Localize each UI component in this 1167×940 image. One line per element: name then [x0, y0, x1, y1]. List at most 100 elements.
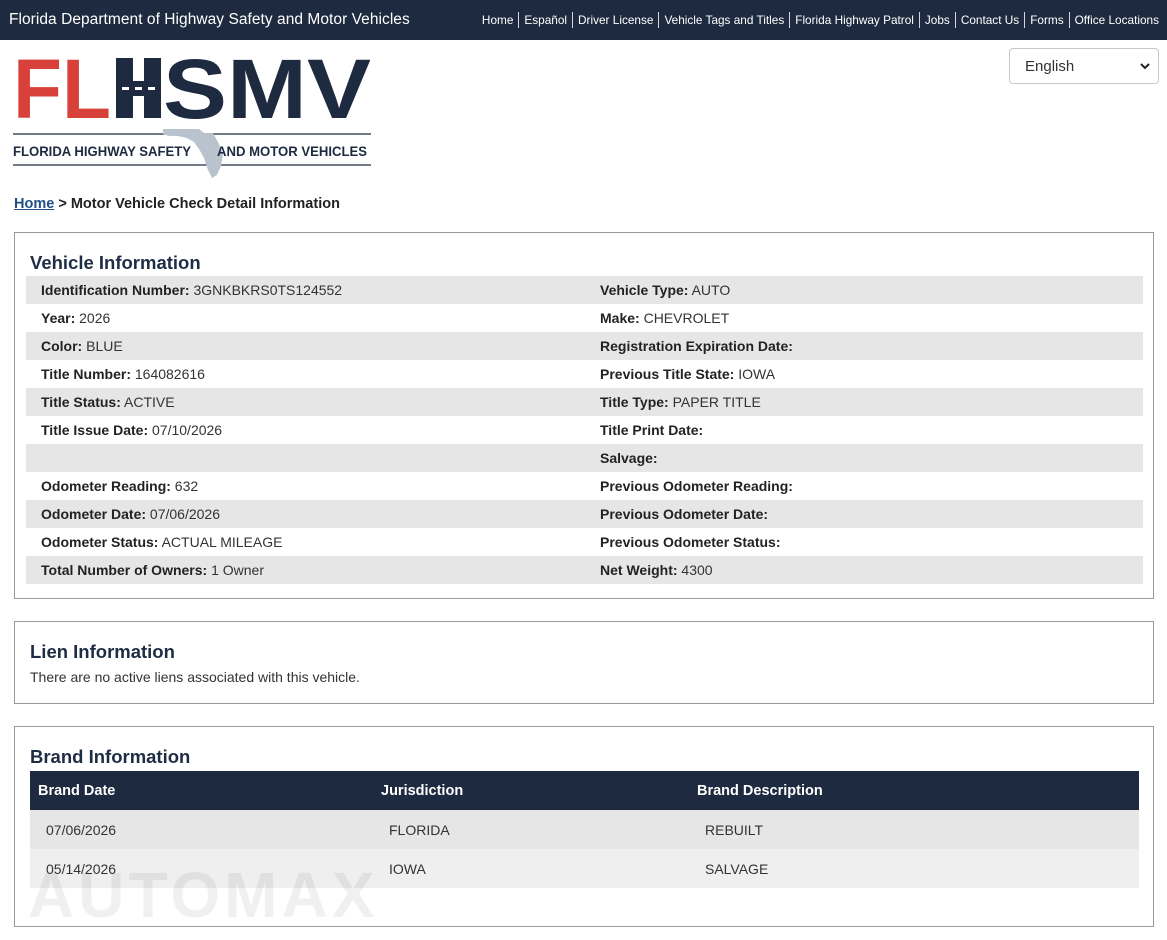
breadcrumb-home[interactable]: Home: [14, 196, 54, 212]
vehicle-info-cell: Previous Odometer Status:: [585, 534, 781, 550]
top-bar: Florida Department of Highway Safety and…: [0, 0, 1167, 40]
vehicle-info-row: Title Issue Date: 07/10/2026 Title Print …: [26, 416, 1143, 444]
vehicle-info-row: Odometer Reading: 632 Previous Odometer R…: [26, 472, 1143, 500]
brand-date-cell: 07/06/2026: [46, 821, 117, 838]
field-label: Odometer Date:: [41, 506, 147, 522]
table-row: 05/14/2026 IOWA SALVAGE: [30, 849, 1139, 888]
vehicle-information-title: Vehicle Information: [30, 252, 201, 273]
field-label: Identification Number:: [41, 282, 190, 298]
nav-vehicle-tags-titles[interactable]: Vehicle Tags and Titles: [659, 13, 789, 27]
logo-letters-fl: FL: [13, 52, 111, 136]
column-jurisdiction: Jurisdiction: [381, 782, 464, 799]
field-label: Previous Odometer Status:: [600, 534, 781, 550]
breadcrumb: Home > Motor Vehicle Check Detail Inform…: [14, 196, 340, 212]
nav-forms[interactable]: Forms: [1025, 13, 1068, 27]
vehicle-info-row: Odometer Status: ACTUAL MILEAGE Previous …: [26, 528, 1143, 556]
nav-home[interactable]: Home: [477, 13, 518, 27]
field-value: ACTUAL MILEAGE: [161, 534, 283, 550]
field-label: Make:: [600, 310, 640, 326]
vehicle-info-row: Salvage:: [26, 444, 1143, 472]
brand-information-title: Brand Information: [30, 746, 191, 767]
field-label: Salvage:: [600, 450, 658, 466]
vehicle-info-cell: Previous Title State: IOWA: [585, 366, 775, 382]
field-value: 07/10/2026: [152, 422, 223, 438]
vehicle-info-cell: Color: BLUE: [26, 338, 585, 354]
brand-date-cell: 05/14/2026: [46, 860, 117, 877]
flhsmv-logo[interactable]: FL SMV FLORIDA HIGHWAY SAFETY AND MOTOR …: [13, 52, 371, 180]
language-selected: English: [1025, 57, 1075, 75]
breadcrumb-separator: >: [58, 196, 67, 212]
vehicle-info-cell: Odometer Status: ACTUAL MILEAGE: [26, 534, 585, 550]
nav-driver-license[interactable]: Driver License: [573, 13, 658, 27]
nav-espanol[interactable]: Español: [519, 13, 572, 27]
table-row: 07/06/2026 FLORIDA REBUILT: [30, 810, 1139, 849]
nav-jobs[interactable]: Jobs: [920, 13, 955, 27]
vehicle-info-cell: Title Print Date:: [585, 422, 703, 438]
vehicle-info-cell: Make: CHEVROLET: [585, 310, 729, 326]
field-value: 1 Owner: [211, 562, 265, 578]
top-nav: Home Español Driver License Vehicle Tags…: [477, 12, 1159, 28]
vehicle-info-row: Title Status: ACTIVE Title Type: PAPER TI…: [26, 388, 1143, 416]
field-label: Previous Title State:: [600, 366, 735, 382]
field-value: 07/06/2026: [149, 506, 220, 522]
vehicle-info-cell: Odometer Date: 07/06/2026: [26, 506, 585, 522]
field-label: Previous Odometer Date:: [600, 506, 769, 522]
jurisdiction-cell: FLORIDA: [389, 821, 450, 838]
vehicle-info-cell: Title Issue Date: 07/10/2026: [26, 422, 585, 438]
field-label: Registration Expiration Date:: [600, 338, 793, 354]
vehicle-info-cell: Vehicle Type: AUTO: [585, 282, 730, 298]
lien-information-panel: Lien Information There are no active lie…: [14, 621, 1154, 704]
vehicle-info-cell: Year: 2026: [26, 310, 585, 326]
vehicle-info-cell: Title Status: ACTIVE: [26, 394, 585, 410]
nav-contact-us[interactable]: Contact Us: [956, 13, 1024, 27]
vehicle-info-cell: Title Type: PAPER TITLE: [585, 394, 761, 410]
brand-table: Brand Date Jurisdiction Brand Descriptio…: [30, 771, 1139, 888]
field-label: Title Issue Date:: [41, 422, 149, 438]
vehicle-info-cell: Total Number of Owners: 1 Owner: [26, 562, 585, 578]
field-value: IOWA: [738, 366, 776, 382]
vehicle-info-cell: Odometer Reading: 632: [26, 478, 585, 494]
vehicle-info-cell: Salvage:: [585, 450, 658, 466]
nav-office-locations[interactable]: Office Locations: [1070, 13, 1159, 27]
field-value: CHEVROLET: [643, 310, 730, 326]
brand-information-panel: Brand Information Brand Date Jurisdictio…: [14, 726, 1154, 927]
language-select[interactable]: English: [1009, 48, 1159, 84]
field-label: Net Weight:: [600, 562, 678, 578]
logo-letters-smv: SMV: [163, 52, 371, 136]
field-label: Title Number:: [41, 366, 131, 382]
vehicle-info-cell: Previous Odometer Reading:: [585, 478, 793, 494]
vehicle-info-row: Title Number: 164082616 Previous Title St…: [26, 360, 1143, 388]
field-value: 3GNKBKRS0TS124552: [193, 282, 343, 298]
field-value: 164082616: [134, 366, 205, 382]
brand-description-cell: SALVAGE: [705, 860, 769, 877]
vehicle-info-row: Odometer Date: 07/06/2026 Previous Odomet…: [26, 500, 1143, 528]
field-value: ACTIVE: [124, 394, 175, 410]
vehicle-info-row: Total Number of Owners: 1 Owner Net Weigh…: [26, 556, 1143, 584]
breadcrumb-current: Motor Vehicle Check Detail Information: [70, 196, 340, 212]
chevron-down-icon: [1140, 63, 1150, 70]
lien-information-title: Lien Information: [30, 641, 175, 662]
jurisdiction-cell: IOWA: [389, 860, 426, 877]
vehicle-info-cell: Registration Expiration Date:: [585, 338, 793, 354]
vehicle-information-panel: Vehicle Information Identification Numbe…: [14, 232, 1154, 599]
lien-message: There are no active liens associated wit…: [30, 669, 360, 685]
vehicle-info-row: Year: 2026 Make: CHEVROLET: [26, 304, 1143, 332]
logo-tagline-left: FLORIDA HIGHWAY SAFETY: [13, 143, 192, 159]
agency-name: Florida Department of Highway Safety and…: [9, 11, 410, 28]
field-label: Odometer Status:: [41, 534, 159, 550]
field-value: 632: [174, 478, 199, 494]
field-label: Color:: [41, 338, 83, 354]
field-label: Title Print Date:: [600, 422, 704, 438]
field-label: Vehicle Type:: [600, 282, 689, 298]
column-brand-description: Brand Description: [697, 782, 823, 799]
field-label: Odometer Reading:: [41, 478, 171, 494]
column-brand-date: Brand Date: [38, 782, 116, 799]
vehicle-info-cell: Net Weight: 4300: [585, 562, 713, 578]
field-value: 4300: [681, 562, 713, 578]
brand-table-header: Brand Date Jurisdiction Brand Descriptio…: [30, 771, 1139, 810]
vehicle-info-cell: Previous Odometer Date:: [585, 506, 768, 522]
field-label: Title Type:: [600, 394, 669, 410]
nav-highway-patrol[interactable]: Florida Highway Patrol: [790, 13, 919, 27]
field-value: BLUE: [86, 338, 123, 354]
field-label: Total Number of Owners:: [41, 562, 208, 578]
